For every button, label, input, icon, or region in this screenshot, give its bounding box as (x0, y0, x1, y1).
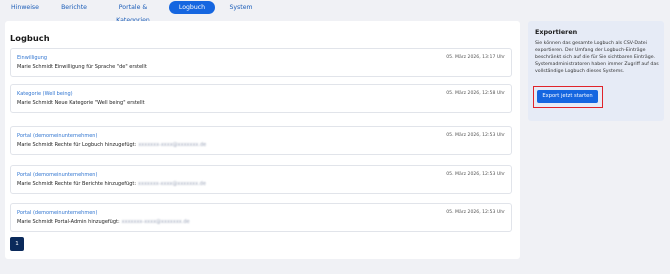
export-panel: Exportieren Sie können das gesamte Logbu… (528, 21, 664, 121)
log-entry: Portal (demomeinunternehmen) 05. März 20… (10, 126, 512, 155)
log-entry-message: Marie Schmidt Neue Kategorie "Well being… (17, 100, 145, 106)
log-entry-date: 05. März 2026, 12:53 Uhr (446, 133, 505, 138)
redacted-email: xxxxxxx-xxxx@xxxxxxx.de (138, 181, 206, 187)
logbook-panel: Logbuch Einwilligung 05. März 2026, 13:1… (5, 21, 520, 259)
page-title: Logbuch (10, 33, 50, 43)
log-entry-category[interactable]: Portal (demomeinunternehmen) (17, 133, 97, 139)
export-button-highlight: Export jetzt starten (533, 86, 603, 108)
log-entry: Portal (demomeinunternehmen) 05. März 20… (10, 165, 512, 194)
export-start-button[interactable]: Export jetzt starten (537, 90, 598, 103)
log-entry-category[interactable]: Kategorie (Well being) (17, 91, 73, 97)
log-entry-text: Marie Schmidt Rechte für Logbuch hinzuge… (17, 142, 206, 148)
log-entry-text: Marie Schmidt Neue Kategorie "Well being… (17, 100, 145, 106)
log-entry-date: 05. März 2026, 12:58 Uhr (446, 91, 505, 96)
top-tab-bar: Hinweise Berichte Portale & Kategorien L… (0, 0, 670, 24)
log-entry: Portal (demomeinunternehmen) 05. März 20… (10, 203, 512, 232)
redacted-email: xxxxxxx-xxxx@xxxxxxx.de (138, 142, 207, 148)
log-entry-category[interactable]: Portal (demomeinunternehmen) (17, 210, 97, 216)
log-entry: Kategorie (Well being) 05. März 2026, 12… (10, 84, 512, 113)
tab-system[interactable]: System (224, 1, 258, 14)
log-entry-text: Marie Schmidt Portal-Admin hinzugefügt: x… (17, 219, 190, 225)
export-description: Sie können das gesamte Logbuch als CSV-D… (535, 41, 659, 75)
log-entry-category[interactable]: Portal (demomeinunternehmen) (17, 172, 97, 178)
log-entry-text: Marie Schmidt Einwilligung für Sprache "… (17, 64, 147, 70)
log-entry-message: Marie Schmidt Portal-Admin hinzugefügt: (17, 219, 120, 225)
log-entry-date: 05. März 2026, 13:17 Uhr (446, 55, 505, 60)
log-entry-text: Marie Schmidt Rechte für Berichte hinzug… (17, 181, 206, 187)
tab-logbuch[interactable]: Logbuch (169, 1, 215, 14)
export-title: Exportieren (535, 28, 578, 36)
log-entry-message: Marie Schmidt Rechte für Logbuch hinzuge… (17, 142, 137, 148)
tab-hinweise[interactable]: Hinweise (6, 1, 44, 14)
tab-berichte[interactable]: Berichte (57, 1, 91, 14)
log-entry: Einwilligung 05. März 2026, 13:17 Uhr Ma… (10, 48, 512, 77)
tab-portale-kategorien[interactable]: Portale & Kategorien (103, 1, 163, 24)
redacted-email: xxxxxxx-xxxx@xxxxxxx.de (121, 219, 190, 225)
log-entry-category[interactable]: Einwilligung (17, 55, 47, 61)
log-entry-date: 05. März 2026, 12:53 Uhr (446, 172, 505, 177)
log-entry-date: 05. März 2026, 12:53 Uhr (446, 210, 505, 215)
log-entry-message: Marie Schmidt Einwilligung für Sprache "… (17, 64, 147, 70)
pagination-page-button[interactable]: 1 (10, 237, 24, 251)
log-entry-message: Marie Schmidt Rechte für Berichte hinzug… (17, 181, 137, 187)
